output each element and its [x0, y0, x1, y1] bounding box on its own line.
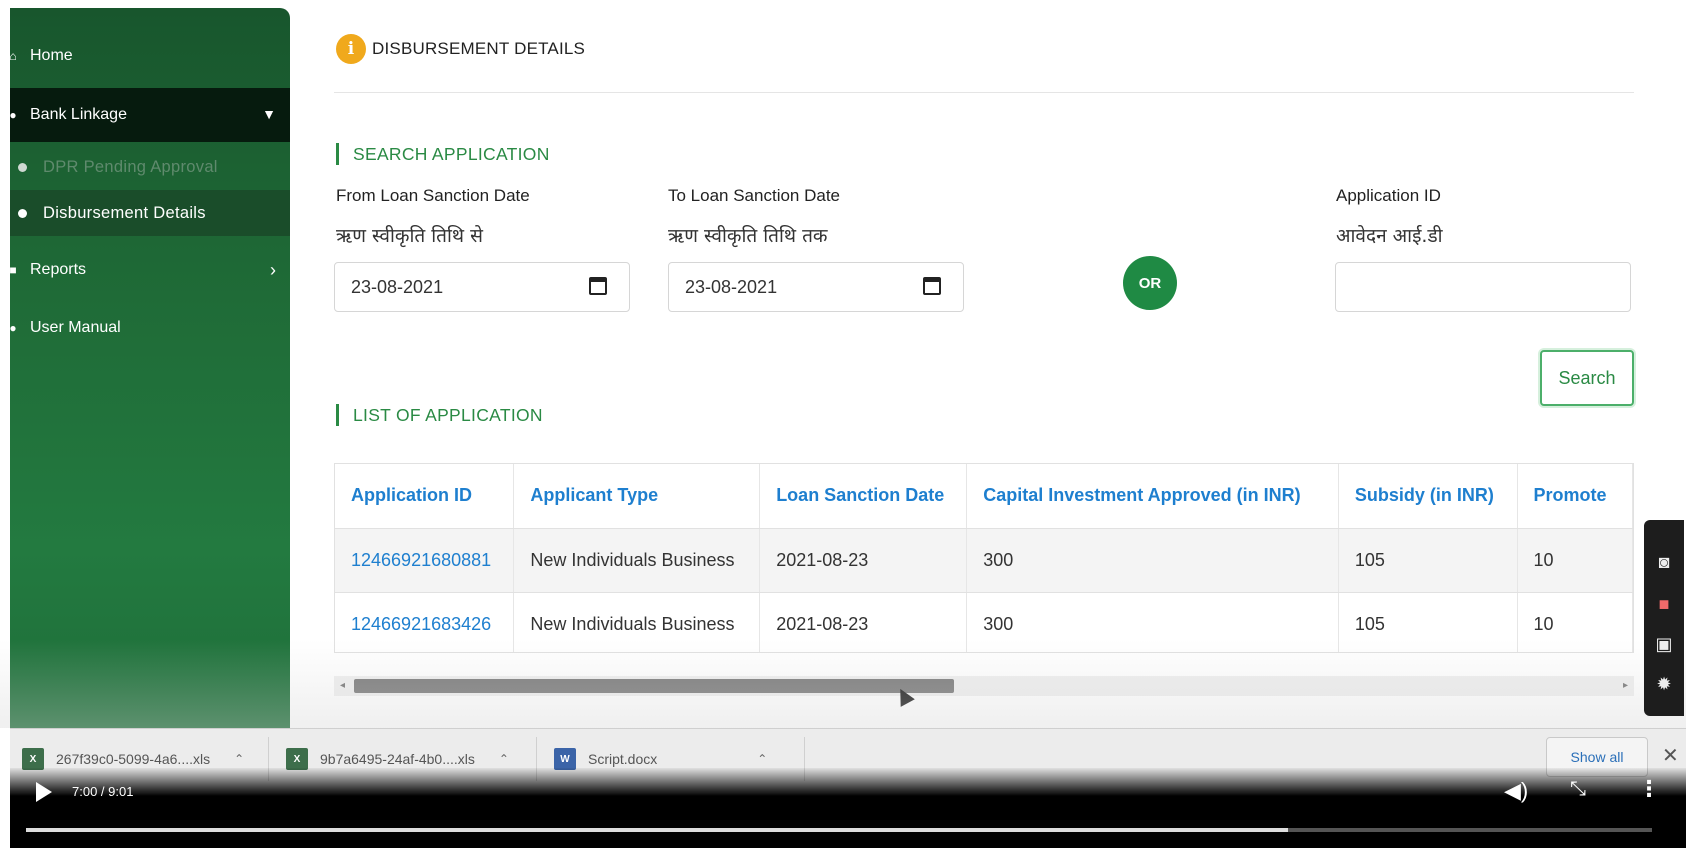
- application-id-link[interactable]: 12466921683426: [335, 592, 515, 652]
- play-icon[interactable]: [36, 782, 52, 802]
- table-header-row: Application ID Applicant Type Loan Sanct…: [335, 464, 1633, 529]
- sidebar: ⌂ Home ● Bank Linkage ▼ DPR Pending Appr…: [9, 8, 290, 728]
- sidebar-item-label: User Manual: [30, 319, 121, 336]
- excel-file-icon: X: [22, 748, 44, 770]
- promoter-cell: 10: [1517, 528, 1633, 593]
- promoter-cell: 10: [1517, 592, 1633, 652]
- gear-icon[interactable]: ✹: [1652, 672, 1676, 696]
- video-progress-played: [26, 828, 1288, 832]
- video-progress-bar[interactable]: [26, 828, 1652, 832]
- volume-icon[interactable]: ◀): [1504, 778, 1528, 804]
- video-time: 7:00 / 9:01: [72, 784, 134, 799]
- screen: ⌂ Home ● Bank Linkage ▼ DPR Pending Appr…: [0, 0, 1686, 848]
- sidebar-item-label: Disbursement Details: [43, 203, 206, 222]
- sidebar-item-label: Reports: [30, 261, 87, 278]
- applications-table: Application ID Applicant Type Loan Sanct…: [334, 463, 1634, 653]
- report-icon: ■: [9, 263, 17, 277]
- column-header-loan-sanction-date[interactable]: Loan Sanction Date: [759, 464, 968, 529]
- download-filename: Script.docx: [588, 751, 658, 767]
- home-icon: ⌂: [9, 49, 17, 63]
- chevron-up-icon[interactable]: ⌃: [757, 752, 767, 766]
- calendar-icon[interactable]: [923, 277, 941, 295]
- chevron-right-icon: ›: [270, 260, 276, 280]
- divider: [334, 92, 1634, 93]
- scroll-right-icon[interactable]: ▸: [1623, 680, 1628, 691]
- applicant-type-cell: New Individuals Business: [513, 592, 761, 652]
- word-file-icon: W: [554, 748, 576, 770]
- to-date-label-hindi: ऋण स्वीकृति तिथि तक: [668, 225, 828, 247]
- sidebar-item-bank-linkage[interactable]: ● Bank Linkage ▼: [9, 88, 290, 142]
- subsidy-cell: 105: [1338, 592, 1518, 652]
- user-icon: ●: [9, 108, 17, 122]
- sidebar-item-home[interactable]: ⌂ Home: [9, 38, 290, 74]
- table-row: 12466921680881 New Individuals Business …: [335, 528, 1633, 593]
- sidebar-item-label: Home: [30, 47, 73, 64]
- column-header-subsidy[interactable]: Subsidy (in INR): [1338, 464, 1518, 529]
- from-date-value: 23-08-2021: [351, 276, 444, 297]
- exit-fullscreen-icon[interactable]: ⤡: [1570, 778, 1586, 801]
- list-section-title: LIST OF APPLICATION: [336, 404, 543, 426]
- application-id-input[interactable]: [1335, 262, 1631, 312]
- column-header-capital-investment[interactable]: Capital Investment Approved (in INR): [966, 464, 1339, 529]
- sidebar-item-label: Bank Linkage: [30, 106, 127, 123]
- bullet-icon: [18, 208, 27, 218]
- download-filename: 9b7a6495-24af-4b0....xls: [320, 751, 475, 767]
- from-date-label: From Loan Sanction Date: [336, 186, 530, 205]
- to-date-label: To Loan Sanction Date: [668, 186, 841, 205]
- info-icon: i: [336, 34, 366, 64]
- search-button[interactable]: Search: [1540, 350, 1634, 406]
- video-camera-icon[interactable]: ■: [1652, 592, 1676, 616]
- user-icon: ●: [9, 321, 17, 335]
- chevron-down-icon: ▼: [262, 106, 276, 122]
- camera-icon[interactable]: ◙: [1652, 550, 1676, 574]
- from-date-label-hindi: ऋण स्वीकृति तिथि से: [336, 225, 483, 247]
- sidebar-item-dpr-pending-approval[interactable]: DPR Pending Approval: [10, 144, 290, 190]
- application-id-label-hindi: आवेदन आई.डी: [1336, 225, 1443, 247]
- from-date-input[interactable]: 23-08-2021: [334, 262, 630, 312]
- horizontal-scrollbar[interactable]: ◂ ▸: [334, 676, 1634, 696]
- application-id-label: Application ID: [1336, 186, 1441, 205]
- gallery-icon[interactable]: ▣: [1652, 632, 1676, 656]
- loan-sanction-date-cell: 2021-08-23: [759, 528, 968, 593]
- column-header-application-id[interactable]: Application ID: [335, 464, 515, 529]
- column-header-promoter[interactable]: Promote: [1517, 464, 1633, 529]
- page-title: DISBURSEMENT DETAILS: [372, 39, 586, 58]
- video-controls: 7:00 / 9:01 ◀) ⤡ ⋮: [10, 768, 1686, 848]
- scroll-left-icon[interactable]: ◂: [340, 680, 345, 691]
- chevron-up-icon[interactable]: ⌃: [234, 752, 244, 766]
- capital-investment-cell: 300: [966, 528, 1339, 593]
- bullet-icon: [18, 162, 27, 172]
- scrollbar-thumb[interactable]: [354, 679, 954, 693]
- application-id-link[interactable]: 12466921680881: [335, 528, 515, 593]
- calendar-icon[interactable]: [589, 277, 607, 295]
- sidebar-item-disbursement-details[interactable]: Disbursement Details: [10, 190, 290, 236]
- capture-toolbar: ◙ ■ ▣ ✹: [1644, 520, 1684, 716]
- chevron-up-icon[interactable]: ⌃: [499, 752, 509, 766]
- applicant-type-cell: New Individuals Business: [513, 528, 761, 593]
- download-filename: 267f39c0-5099-4a6....xls: [56, 751, 211, 767]
- close-icon[interactable]: ✕: [1662, 743, 1679, 768]
- loan-sanction-date-cell: 2021-08-23: [759, 592, 968, 652]
- sidebar-item-label: DPR Pending Approval: [43, 157, 218, 176]
- to-date-input[interactable]: 23-08-2021: [668, 262, 964, 312]
- column-header-applicant-type[interactable]: Applicant Type: [513, 464, 761, 529]
- subsidy-cell: 105: [1338, 528, 1518, 593]
- more-options-icon[interactable]: ⋮: [1638, 776, 1660, 802]
- to-date-value: 23-08-2021: [685, 276, 778, 297]
- capital-investment-cell: 300: [966, 592, 1339, 652]
- or-badge: OR: [1123, 256, 1177, 310]
- excel-file-icon: X: [286, 748, 308, 770]
- sidebar-item-user-manual[interactable]: ● User Manual: [9, 310, 290, 346]
- table-row: 12466921683426 New Individuals Business …: [335, 592, 1633, 652]
- sidebar-item-reports[interactable]: ■ Reports ›: [9, 252, 290, 288]
- search-section-title: SEARCH APPLICATION: [336, 143, 550, 165]
